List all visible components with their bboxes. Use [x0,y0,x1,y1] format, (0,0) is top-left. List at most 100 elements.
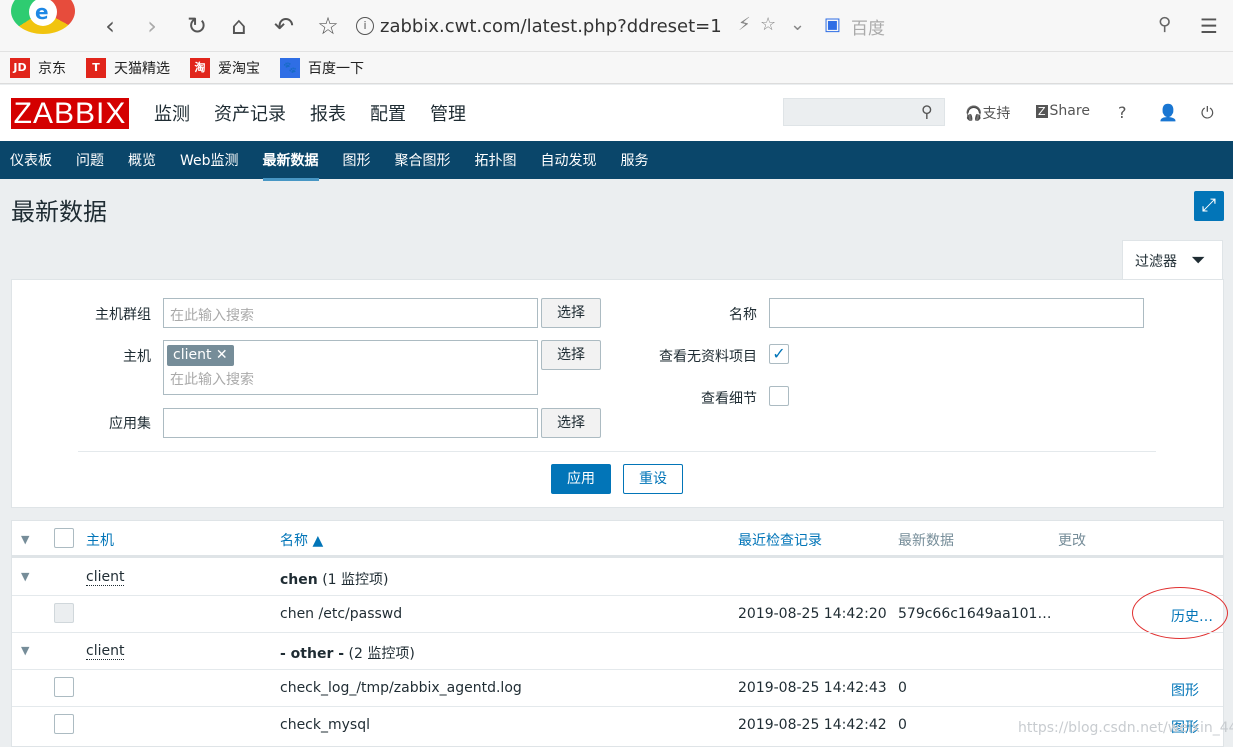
row-divider [12,669,1223,670]
bookmark-item[interactable]: JD 京东 [10,57,66,78]
item-name: chen /etc/passwd [280,606,403,622]
lightning-icon[interactable]: ⚡ [738,14,751,35]
group-host[interactable]: client [86,643,125,660]
subnav-item[interactable]: 自动发现 [541,150,597,170]
item-checkbox[interactable] [54,677,74,697]
header-divider [12,555,1223,558]
group-item-count: (2 监控项) [348,646,415,662]
main-menu-item[interactable]: 管理 [430,100,466,126]
bookmark-star-icon[interactable]: ☆ [760,14,776,35]
bookmark-label: 爱淘宝 [218,60,260,77]
subnav-item[interactable]: 图形 [343,150,371,170]
browser-search-icon[interactable]: ⚲ [1158,14,1171,35]
subnav-item[interactable]: Web监测 [180,150,239,170]
reset-button[interactable]: 重设 [623,464,683,494]
home-icon[interactable]: ⌂ [225,12,253,40]
group-toggle-icon[interactable]: ▼ [21,570,29,583]
share-link[interactable]: Z Share [1036,103,1090,119]
share-label: Share [1049,103,1090,119]
taobao-icon: 淘 [190,57,210,78]
show-no-data-label: 查看无资料项目 [659,349,757,365]
jd-icon: JD [10,57,30,78]
select-all-checkbox[interactable] [54,528,74,548]
fullscreen-button[interactable]: ⤢ [1194,191,1224,221]
bookmarks-bar: JD 京东 T 天猫精选 淘爱淘宝 🐾 百度一下 [0,52,1233,84]
logout-power-icon[interactable]: ⏻ [1201,103,1214,123]
search-engine-label[interactable]: 百度 [851,14,885,39]
item-name: check_log_/tmp/zabbix_agentd.log [280,680,522,696]
subnav-item[interactable]: 拓扑图 [475,150,517,170]
item-graph-link[interactable]: 图形 [1171,680,1199,700]
host-group-input[interactable]: 在此输入搜索 [163,298,538,328]
subnav-item[interactable]: 问题 [76,150,104,170]
remove-tag-icon[interactable]: ✕ [216,347,228,363]
header-last-check[interactable]: 最近检查记录 [738,530,822,550]
show-no-data-checkbox[interactable]: ✓ [769,344,789,364]
baidu-paw-icon: ▣ [824,14,842,35]
show-details-checkbox[interactable] [769,386,789,406]
header-name[interactable]: 名称 ▲ [280,530,323,550]
main-menu-item[interactable]: 配置 [370,100,406,126]
browser-menu-icon[interactable]: ☰ [1200,14,1218,38]
item-last-check: 2019-08-25 14:42:42 [738,717,887,733]
browser-toolbar: e ‹ › ↻ ⌂ ↶ ☆ i zabbix.cwt.com/latest.ph… [0,0,1233,52]
favorite-star-icon[interactable]: ☆ [314,12,342,40]
support-link[interactable]: 🎧支持 [965,103,1010,123]
group-app-name: chen [280,572,318,588]
group-item-count: (1 监控项) [322,572,389,588]
group-toggle-icon[interactable]: ▼ [21,644,29,657]
header-last-value: 最新数据 [898,533,954,549]
zabbix-logo[interactable]: ZABBIX [11,98,129,129]
main-menu-item[interactable]: 报表 [310,100,346,126]
host-tag: client ✕ [167,345,234,366]
url-text[interactable]: zabbix.cwt.com/latest.php?ddreset=1 [380,16,722,37]
host-group-select-button[interactable]: 选择 [541,298,601,328]
host-label: 主机 [123,349,151,365]
subnav-item[interactable]: 最新数据 [262,150,319,181]
funnel-icon: ⏷ [1191,250,1206,271]
subnav-item[interactable]: 聚合图形 [395,150,451,170]
row-divider [12,595,1223,596]
group-host[interactable]: client [86,569,125,586]
host-select-button[interactable]: 选择 [541,340,601,370]
main-menu-item[interactable]: 监测 [154,100,190,126]
dropdown-chevron-icon[interactable]: ⌄ [790,14,805,35]
item-last-value: 0 [898,680,907,696]
user-profile-icon[interactable]: 👤 [1158,103,1178,122]
forward-icon[interactable]: › [138,12,166,40]
help-icon[interactable]: ? [1118,103,1127,122]
apply-button[interactable]: 应用 [551,464,611,494]
name-input[interactable] [769,298,1144,328]
item-last-check: 2019-08-25 14:42:20 [738,606,887,622]
bookmark-item[interactable]: T 天猫精选 [86,57,170,78]
site-info-icon[interactable]: i [356,17,374,35]
item-checkbox[interactable] [54,714,74,734]
group-app-name: - other - [280,646,345,662]
header-host[interactable]: 主机 [86,530,114,550]
expand-icon: ⤢ [1201,195,1217,216]
headset-icon: 🎧 [965,106,983,122]
browser-logo-icon: e [11,0,75,34]
reload-icon[interactable]: ↻ [183,12,211,40]
subnav-item[interactable]: 服务 [621,150,649,170]
subnav-item[interactable]: 仪表板 [10,150,52,170]
back-icon[interactable]: ‹ [96,12,124,40]
zabbix-header: ZABBIX 监测 资产记录 报表 配置 管理 ⚲ 🎧支持 Z Share ? 👤 ⏻ [0,85,1233,141]
search-icon[interactable]: ⚲ [921,102,933,121]
main-menu-item[interactable]: 资产记录 [214,100,286,126]
item-last-value: 579c66c1649aa101… [898,606,1052,622]
bookmark-item[interactable]: 🐾 百度一下 [280,57,364,78]
bookmark-label: 百度一下 [308,60,364,77]
bookmark-label: 天猫精选 [114,60,170,77]
application-input[interactable] [163,408,538,438]
application-select-button[interactable]: 选择 [541,408,601,438]
collapse-all-toggle-icon[interactable]: ▼ [21,533,29,546]
undo-icon[interactable]: ↶ [270,12,298,40]
page-title: 最新数据 [11,198,107,226]
filter-tab[interactable]: 过滤器 ⏷ [1122,240,1223,280]
group-app: chen (1 监控项) [280,569,388,589]
share-z-icon: Z [1036,105,1048,118]
item-name: check_mysql [280,717,370,733]
subnav-item[interactable]: 概览 [128,150,156,170]
bookmark-item[interactable]: 淘爱淘宝 [190,57,260,78]
